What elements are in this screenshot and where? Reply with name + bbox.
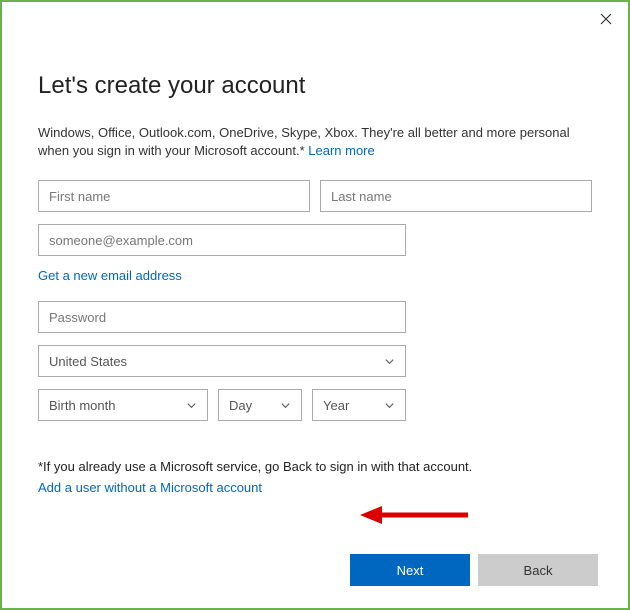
password-field[interactable]: Password <box>38 301 406 333</box>
password-placeholder: Password <box>49 310 106 325</box>
country-select[interactable]: United States <box>38 345 406 377</box>
birth-month-value: Birth month <box>49 398 115 413</box>
footer-note: *If you already use a Microsoft service,… <box>38 459 592 474</box>
chevron-down-icon <box>186 400 197 411</box>
birth-year-select[interactable]: Year <box>312 389 406 421</box>
country-value: United States <box>49 354 127 369</box>
email-placeholder: someone@example.com <box>49 233 193 248</box>
intro-text: Windows, Office, Outlook.com, OneDrive, … <box>38 124 592 160</box>
next-button[interactable]: Next <box>350 554 470 586</box>
chevron-down-icon <box>384 400 395 411</box>
first-name-placeholder: First name <box>49 189 110 204</box>
chevron-down-icon <box>280 400 291 411</box>
get-new-email-link[interactable]: Get a new email address <box>38 268 182 283</box>
back-button[interactable]: Back <box>478 554 598 586</box>
birth-day-value: Day <box>229 398 252 413</box>
learn-more-link[interactable]: Learn more <box>308 143 374 158</box>
dialog-content: Let's create your account Windows, Offic… <box>2 2 628 497</box>
birth-month-select[interactable]: Birth month <box>38 389 208 421</box>
last-name-placeholder: Last name <box>331 189 392 204</box>
email-field[interactable]: someone@example.com <box>38 224 406 256</box>
add-user-without-account-link[interactable]: Add a user without a Microsoft account <box>38 480 262 495</box>
annotation-arrow-icon <box>360 504 470 531</box>
dialog-buttons: Next Back <box>350 554 598 586</box>
chevron-down-icon <box>384 356 395 367</box>
first-name-field[interactable]: First name <box>38 180 310 212</box>
birth-year-value: Year <box>323 398 349 413</box>
birth-day-select[interactable]: Day <box>218 389 302 421</box>
close-icon[interactable] <box>600 12 612 28</box>
page-title: Let's create your account <box>38 72 592 100</box>
last-name-field[interactable]: Last name <box>320 180 592 212</box>
intro-body: Windows, Office, Outlook.com, OneDrive, … <box>38 125 570 158</box>
